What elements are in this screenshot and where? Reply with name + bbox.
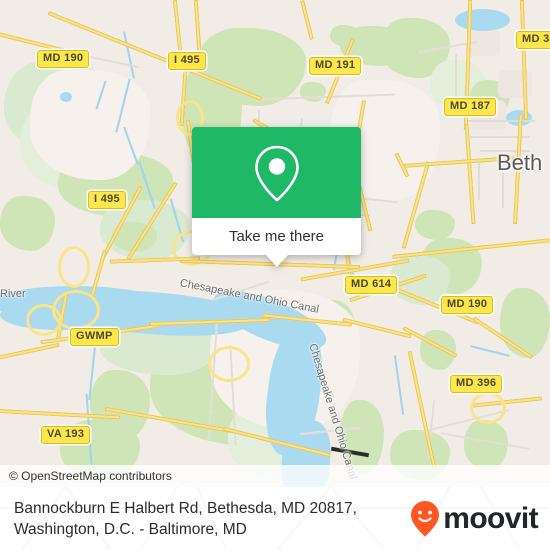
minor-road xyxy=(478,160,480,200)
address-line-2: Washington, D.C. - Baltimore, MD xyxy=(14,520,247,538)
popup-pointer xyxy=(265,255,288,267)
take-me-there-label: Take me there xyxy=(228,228,325,245)
road-shield-md187[interactable]: MD 187 xyxy=(444,98,497,116)
road-shield-md191[interactable]: MD 191 xyxy=(309,57,362,75)
take-me-there-button[interactable]: Take me there xyxy=(192,218,361,255)
moovit-logo[interactable]: moovit xyxy=(410,500,539,538)
road-shield-md190-e[interactable]: MD 190 xyxy=(441,296,494,314)
road-shield-md396[interactable]: MD 396 xyxy=(450,375,503,393)
road-shield-gwmp[interactable]: GWMP xyxy=(70,328,119,346)
park-area xyxy=(0,196,55,251)
park-area xyxy=(330,25,360,47)
park-area xyxy=(415,210,455,240)
map-pin-icon xyxy=(254,145,299,201)
popup-icon-panel xyxy=(192,127,361,218)
highway-interchange xyxy=(208,346,250,382)
moovit-smile-pin-icon xyxy=(411,500,440,536)
road-shield-va193[interactable]: VA 193 xyxy=(41,426,91,444)
address-line-1: Bannockburn E Halbert Rd, Bethesda, MD 2… xyxy=(14,499,357,517)
feature-label-potomac-river: River xyxy=(0,288,26,300)
road-shield-i495-n[interactable]: I 495 xyxy=(168,52,206,70)
park-area xyxy=(500,288,550,358)
lake-area xyxy=(60,92,72,102)
place-label-bethesda: Beth xyxy=(497,150,543,175)
moovit-wordmark: moovit xyxy=(443,501,538,535)
minor-road xyxy=(465,120,535,122)
road-shield-md190-nw[interactable]: MD 190 xyxy=(37,50,90,68)
map-popup[interactable]: Take me there xyxy=(192,127,361,267)
highway-interchange xyxy=(470,392,506,424)
osm-attribution-text[interactable]: © OpenStreetMap contributors xyxy=(0,469,172,483)
map-canvas[interactable]: Beth River Chesapeake and Ohio Canal Che… xyxy=(0,0,550,487)
highway-interchange xyxy=(26,304,62,336)
road-shield-i495-w[interactable]: I 495 xyxy=(88,191,126,209)
location-address: Bannockburn E Halbert Rd, Bethesda, MD 2… xyxy=(14,498,357,540)
road-shield-md355[interactable]: MD 35 xyxy=(516,31,550,49)
highway-interchange xyxy=(58,246,90,288)
screenshot-frame: Beth River Chesapeake and Ohio Canal Che… xyxy=(0,0,550,550)
urban-area xyxy=(30,70,150,180)
park-area xyxy=(464,420,508,470)
road-shield-md614[interactable]: MD 614 xyxy=(345,276,398,294)
footer-bar: Bannockburn E Halbert Rd, Bethesda, MD 2… xyxy=(0,487,550,550)
map-attribution-bar: © OpenStreetMap contributors xyxy=(0,465,550,487)
lake-area xyxy=(455,9,510,31)
park-area xyxy=(300,82,326,102)
